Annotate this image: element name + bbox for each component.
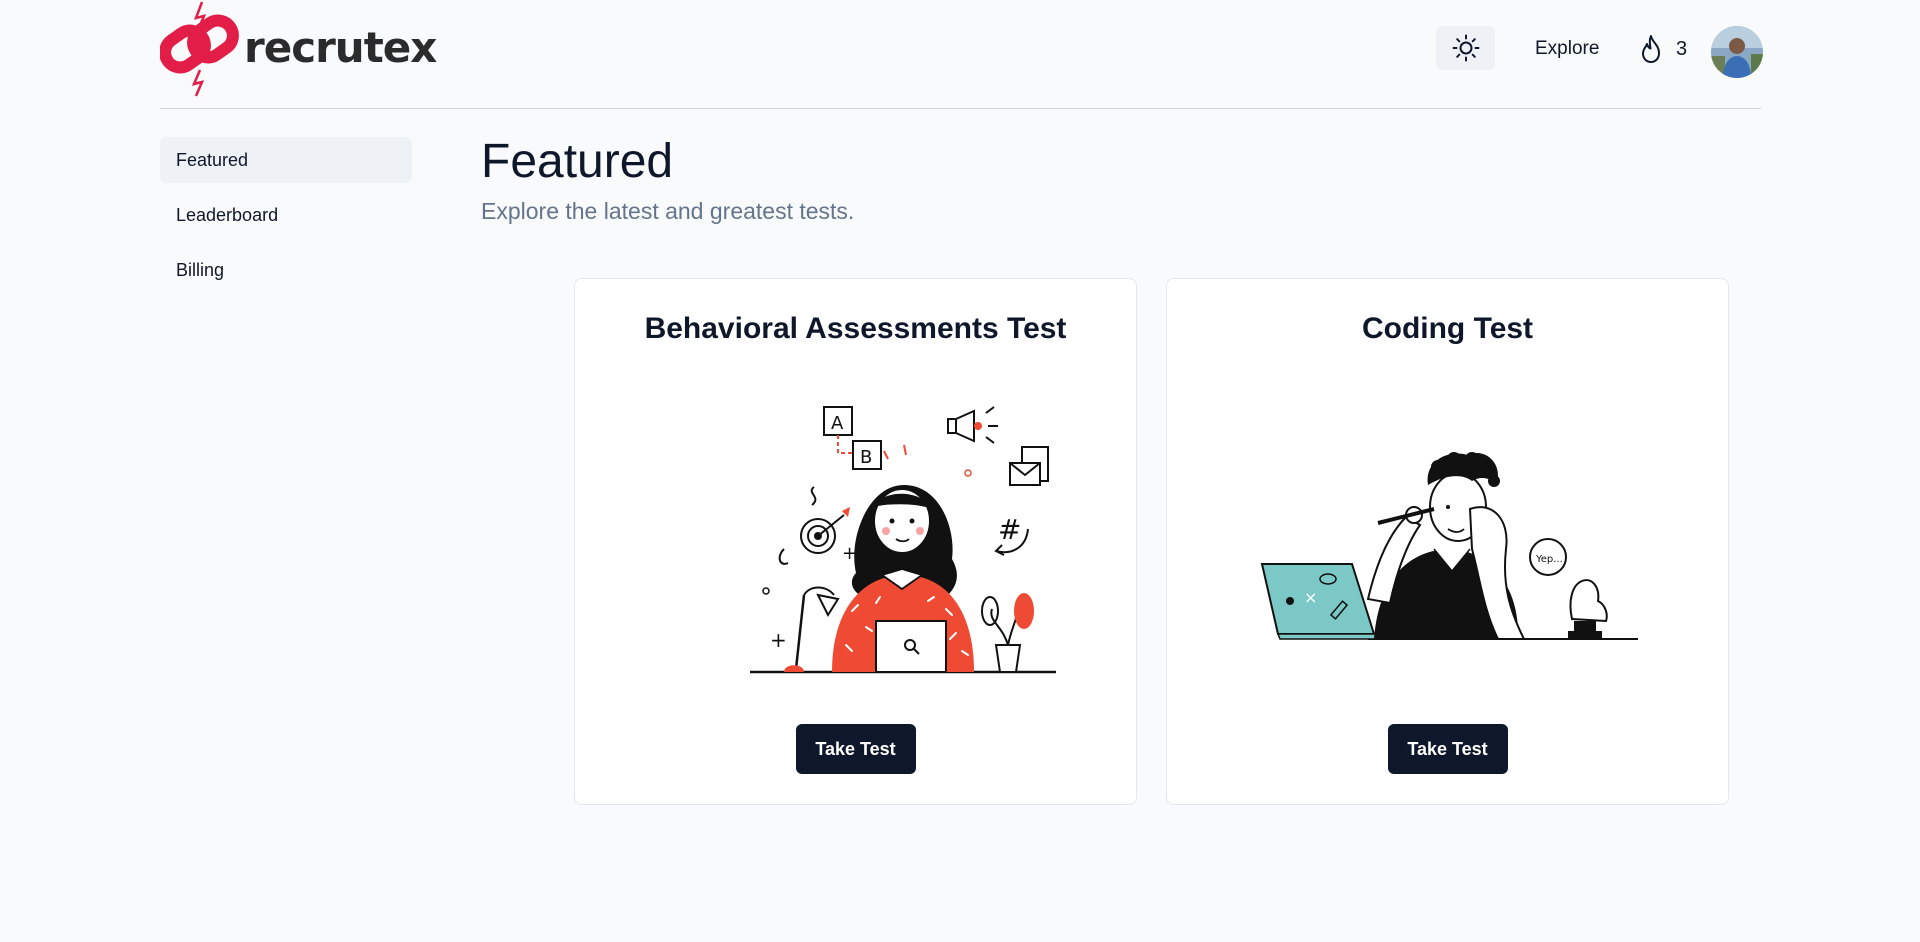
avatar-icon xyxy=(1711,26,1763,78)
take-test-button[interactable]: Take Test xyxy=(795,724,916,774)
woman-at-laptop-illustration: A B # + + xyxy=(750,406,1056,674)
sidebar-nav: Featured Leaderboard Billing xyxy=(160,137,412,302)
page-subtitle: Explore the latest and greatest tests. xyxy=(481,198,855,224)
svg-text:×: × xyxy=(1304,588,1317,607)
card-title: Coding Test xyxy=(1361,312,1534,345)
svg-text:A: A xyxy=(831,413,844,434)
streak-count: 3 xyxy=(1676,37,1688,60)
sidebar-item-leaderboard[interactable]: Leaderboard xyxy=(160,192,412,238)
user-avatar[interactable] xyxy=(1711,26,1763,78)
flame-icon xyxy=(1642,35,1660,63)
chain-link-logo-icon xyxy=(160,1,239,97)
top-header: recrutex Explore 3 xyxy=(160,0,1763,109)
sidebar-item-featured[interactable]: Featured xyxy=(160,137,412,183)
svg-text:B: B xyxy=(860,447,872,468)
test-card-behavioral: Behavioral Assessments Test A B # + + Ta… xyxy=(574,278,1137,805)
sun-icon xyxy=(1452,34,1479,62)
take-test-button[interactable]: Take Test xyxy=(1387,724,1508,774)
streak-counter: 3 xyxy=(1638,34,1687,64)
svg-text:Yep...: Yep... xyxy=(1535,554,1563,565)
card-title: Behavioral Assessments Test xyxy=(644,312,1067,345)
explore-link[interactable]: Explore xyxy=(1535,38,1599,60)
man-thinking-at-laptop-illustration: × Yep... xyxy=(1260,452,1638,640)
page-title: Featured xyxy=(481,135,674,188)
svg-text:+: + xyxy=(770,628,787,652)
brand-name: recrutex xyxy=(244,22,437,72)
svg-text:#: # xyxy=(998,513,1021,546)
test-card-coding: Coding Test × Yep... Take Test xyxy=(1166,278,1729,805)
brand-logo[interactable]: recrutex xyxy=(160,0,437,100)
sidebar-item-billing[interactable]: Billing xyxy=(160,247,412,293)
theme-toggle-button[interactable] xyxy=(1436,26,1495,70)
